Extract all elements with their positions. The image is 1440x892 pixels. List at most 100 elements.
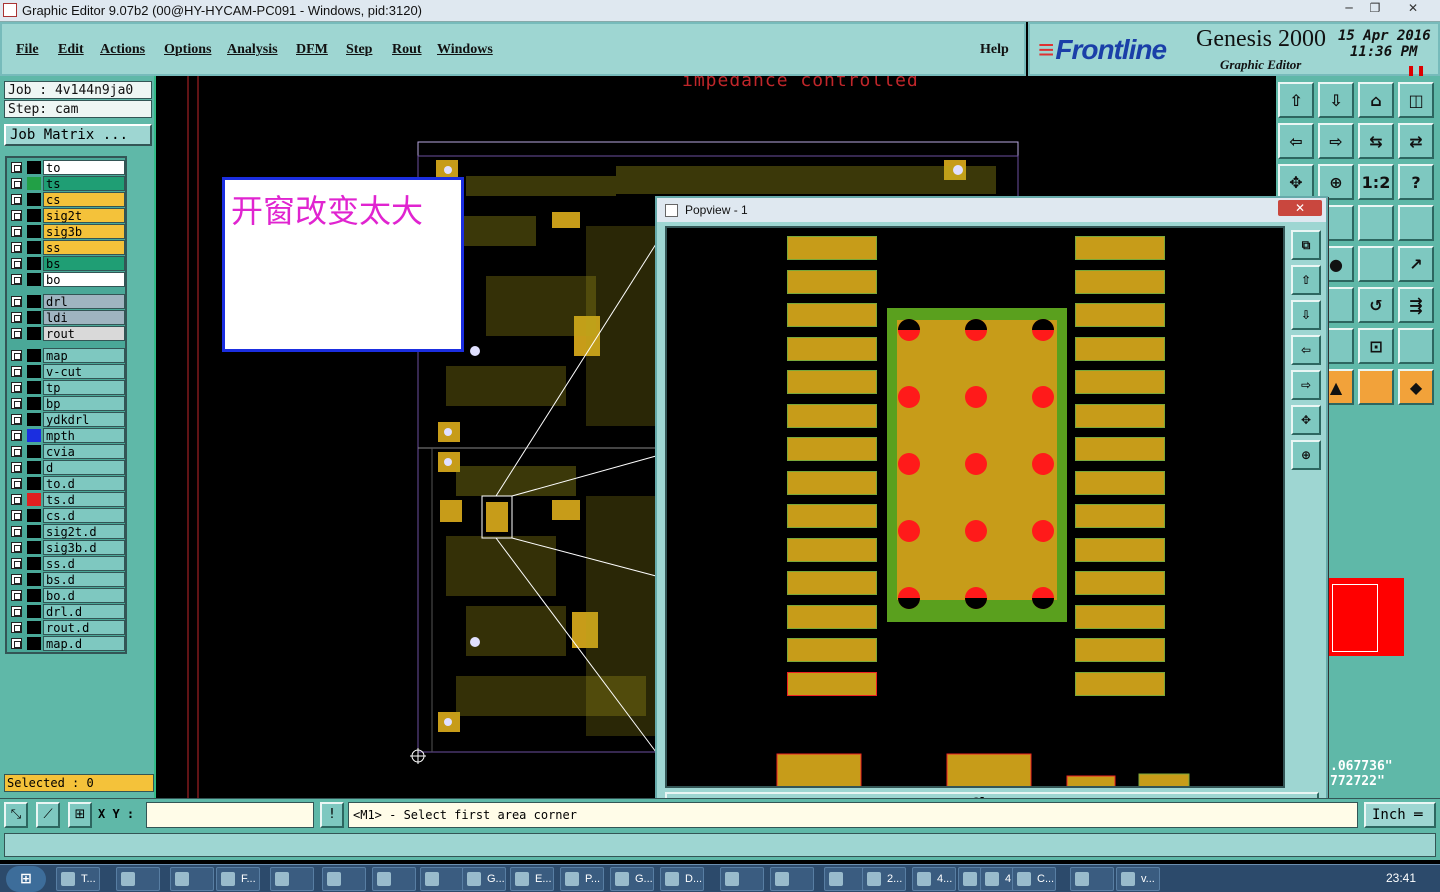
taskbar-item[interactable] [420, 867, 464, 891]
taskbar-item[interactable]: D... [660, 867, 704, 891]
toolbar-tool-icon[interactable]: ⊕ [1318, 164, 1354, 200]
layer-row-cvia[interactable]: cvia [9, 444, 125, 459]
xy-input[interactable] [146, 802, 314, 828]
menu-file[interactable]: File [16, 42, 39, 58]
popview-tool-icon[interactable]: ⇨ [1291, 370, 1321, 400]
layer-checkbox[interactable] [11, 542, 22, 553]
layer-name[interactable]: ts [43, 176, 125, 191]
layer-name[interactable]: map.d [43, 636, 125, 651]
layer-row-cs-d[interactable]: cs.d [9, 508, 125, 523]
toolbar-tool-icon[interactable]: ? [1398, 164, 1434, 200]
layer-checkbox[interactable] [11, 526, 22, 537]
layer-name[interactable]: rout [43, 326, 125, 341]
menu-options[interactable]: Options [164, 42, 211, 58]
layer-row-ydkdrl[interactable]: ydkdrl [9, 412, 125, 427]
layer-row-rout[interactable]: rout [9, 326, 125, 341]
toolbar-tool-icon[interactable]: ⇧ [1278, 82, 1314, 118]
toolbar-tool-icon[interactable] [1358, 205, 1394, 241]
layer-checkbox[interactable] [11, 462, 22, 473]
layer-name[interactable]: bo.d [43, 588, 125, 603]
taskbar-item[interactable] [770, 867, 814, 891]
popview-close-icon[interactable]: ✕ [1278, 200, 1322, 216]
taskbar-item[interactable]: T... [56, 867, 100, 891]
layer-row-tp[interactable]: tp [9, 380, 125, 395]
popview-tool-icon[interactable]: ⇩ [1291, 300, 1321, 330]
layer-name[interactable]: to [43, 160, 125, 175]
layer-checkbox[interactable] [11, 398, 22, 409]
layer-name[interactable]: v-cut [43, 364, 125, 379]
toolbar-tool-icon[interactable]: ✥ [1278, 164, 1314, 200]
layer-name[interactable]: ss [43, 240, 125, 255]
layer-row-d[interactable]: d [9, 460, 125, 475]
layer-checkbox[interactable] [11, 510, 22, 521]
menu-analysis[interactable]: Analysis [227, 42, 278, 58]
taskbar-item[interactable]: v... [1116, 867, 1160, 891]
layer-row-bo-d[interactable]: bo.d [9, 588, 125, 603]
toolbar-tool-icon[interactable]: ⇶ [1398, 287, 1434, 323]
layer-checkbox[interactable] [11, 478, 22, 489]
taskbar-item[interactable]: P... [560, 867, 604, 891]
start-button[interactable]: ⊞ [6, 866, 46, 892]
layer-checkbox[interactable] [11, 312, 22, 323]
layer-checkbox[interactable] [11, 446, 22, 457]
layer-checkbox[interactable] [11, 366, 22, 377]
layer-name[interactable]: rout.d [43, 620, 125, 635]
menu-actions[interactable]: Actions [100, 42, 145, 58]
toolbar-tool-icon[interactable]: ⌂ [1358, 82, 1394, 118]
layer-checkbox[interactable] [11, 258, 22, 269]
layer-name[interactable]: ss.d [43, 556, 125, 571]
layer-name[interactable]: sig3b.d [43, 540, 125, 555]
popview-tool-icon[interactable]: ⇦ [1291, 335, 1321, 365]
layer-name[interactable]: sig3b [43, 224, 125, 239]
taskbar-item[interactable]: C... [1012, 867, 1056, 891]
layer-row-ts[interactable]: ts [9, 176, 125, 191]
layer-name[interactable]: cs [43, 192, 125, 207]
menu-help[interactable]: Help [980, 42, 1009, 58]
layer-row-drl-d[interactable]: drl.d [9, 604, 125, 619]
layer-row-bs-d[interactable]: bs.d [9, 572, 125, 587]
toolbar-tool-icon[interactable]: 1:2 [1358, 164, 1394, 200]
popview-tool-icon[interactable]: ⊕ [1291, 440, 1321, 470]
layer-row-ldi[interactable]: ldi [9, 310, 125, 325]
taskbar-item[interactable]: G... [610, 867, 654, 891]
layer-checkbox[interactable] [11, 210, 22, 221]
taskbar-item[interactable] [270, 867, 314, 891]
toolbar-tool-icon[interactable]: ⇨ [1318, 123, 1354, 159]
layer-checkbox[interactable] [11, 430, 22, 441]
job-matrix-button[interactable]: Job Matrix ... [4, 124, 152, 146]
layer-name[interactable]: d [43, 460, 125, 475]
layer-name[interactable]: cs.d [43, 508, 125, 523]
taskbar-item[interactable]: F... [216, 867, 260, 891]
layer-name[interactable]: bs [43, 256, 125, 271]
layer-name[interactable]: sig2t.d [43, 524, 125, 539]
close-window-button[interactable]: ✕ [1400, 1, 1426, 17]
layer-checkbox[interactable] [11, 382, 22, 393]
layer-name[interactable]: mpth [43, 428, 125, 443]
taskbar-item[interactable] [372, 867, 416, 891]
layer-row-sig2t-d[interactable]: sig2t.d [9, 524, 125, 539]
units-select[interactable]: Inch ═ [1364, 802, 1436, 828]
popview-canvas[interactable] [665, 226, 1285, 788]
layer-name[interactable]: tp [43, 380, 125, 395]
layer-row-rout-d[interactable]: rout.d [9, 620, 125, 635]
toolbar-tool-icon[interactable] [1358, 369, 1394, 405]
layer-name[interactable]: bs.d [43, 572, 125, 587]
menu-edit[interactable]: Edit [58, 42, 84, 58]
layer-checkbox[interactable] [11, 178, 22, 189]
layer-row-v-cut[interactable]: v-cut [9, 364, 125, 379]
taskbar-item[interactable]: G... [462, 867, 506, 891]
layer-checkbox[interactable] [11, 162, 22, 173]
layer-name[interactable]: bo [43, 272, 125, 287]
layer-checkbox[interactable] [11, 194, 22, 205]
taskbar-item[interactable] [170, 867, 214, 891]
menu-dfm[interactable]: DFM [296, 42, 328, 58]
layer-checkbox[interactable] [11, 296, 22, 307]
layer-name[interactable]: ldi [43, 310, 125, 325]
layer-checkbox[interactable] [11, 606, 22, 617]
toolbar-tool-icon[interactable]: ↗ [1398, 246, 1434, 282]
layer-checkbox[interactable] [11, 350, 22, 361]
layer-name[interactable]: sig2t [43, 208, 125, 223]
layer-name[interactable]: ydkdrl [43, 412, 125, 427]
layer-checkbox[interactable] [11, 226, 22, 237]
toolbar-tool-icon[interactable]: ◫ [1398, 82, 1434, 118]
